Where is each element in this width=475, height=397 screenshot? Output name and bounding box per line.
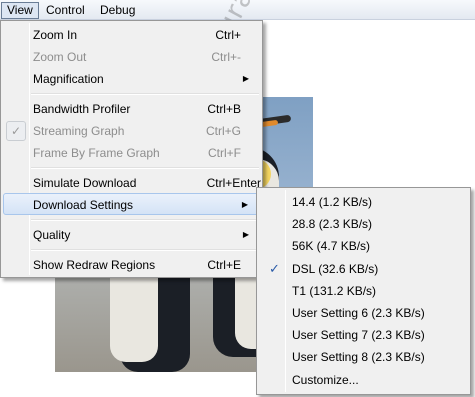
menu-item-label: Streaming Graph	[33, 124, 125, 138]
menu-item-zoom-in[interactable]: Zoom In Ctrl+	[3, 24, 261, 46]
menu-item-label: Bandwidth Profiler	[33, 102, 131, 116]
submenu-item-56k[interactable]: 56K (4.7 KB/s)	[259, 235, 469, 257]
shortcut-label: Ctrl+E	[207, 258, 241, 272]
menu-item-bandwidth-profiler[interactable]: Bandwidth Profiler Ctrl+B	[3, 98, 261, 120]
submenu-item-14-4[interactable]: 14.4 (1.2 KB/s)	[259, 191, 469, 213]
submenu-item-label: User Setting 6 (2.3 KB/s)	[292, 306, 425, 320]
menu-separator	[31, 249, 259, 251]
view-menu: Zoom In Ctrl+ Zoom Out Ctrl+- Magnificat…	[0, 20, 263, 278]
submenu-item-label: 56K (4.7 KB/s)	[292, 239, 371, 253]
submenu-item-t1[interactable]: T1 (131.2 KB/s)	[259, 280, 469, 302]
menu-item-zoom-out[interactable]: Zoom Out Ctrl+-	[3, 46, 261, 68]
menu-item-simulate-download[interactable]: Simulate Download Ctrl+Enter	[3, 172, 261, 194]
download-settings-submenu: 14.4 (1.2 KB/s) 28.8 (2.3 KB/s) 56K (4.7…	[256, 187, 471, 395]
menu-view[interactable]: View	[1, 2, 39, 19]
menu-item-magnification[interactable]: Magnification ▶	[3, 68, 261, 90]
menu-item-quality[interactable]: Quality ▶	[3, 224, 261, 246]
submenu-arrow-icon: ▶	[242, 74, 249, 83]
submenu-item-customize[interactable]: Customize...	[259, 369, 469, 391]
menu-item-download-settings[interactable]: Download Settings ▶	[3, 193, 261, 215]
check-icon: ✓	[6, 121, 26, 141]
shortcut-label: Ctrl+B	[207, 102, 241, 116]
menu-item-show-redraw-regions[interactable]: Show Redraw Regions Ctrl+E	[3, 254, 261, 276]
menu-separator	[31, 219, 259, 221]
menu-item-label: Zoom Out	[33, 50, 87, 64]
menu-separator	[31, 93, 259, 95]
menu-item-streaming-graph[interactable]: ✓ Streaming Graph Ctrl+G	[3, 120, 261, 142]
submenu-item-label: User Setting 7 (2.3 KB/s)	[292, 328, 425, 342]
menu-item-label: Magnification	[33, 72, 104, 86]
menu-debug[interactable]: Debug	[94, 2, 141, 19]
shortcut-label: Ctrl+G	[205, 124, 241, 138]
menu-item-label: Simulate Download	[33, 176, 137, 190]
submenu-item-28-8[interactable]: 28.8 (2.3 KB/s)	[259, 213, 469, 235]
shortcut-label: Ctrl+-	[211, 50, 241, 64]
menu-separator	[31, 167, 259, 169]
shortcut-label: Ctrl+Enter	[206, 176, 261, 190]
menu-control[interactable]: Control	[40, 2, 91, 19]
menu-item-label: Download Settings	[33, 198, 134, 212]
submenu-item-user-setting-7[interactable]: User Setting 7 (2.3 KB/s)	[259, 324, 469, 346]
submenu-item-label: DSL (32.6 KB/s)	[292, 262, 379, 276]
shortcut-label: Ctrl+	[215, 28, 241, 42]
submenu-item-label: Customize...	[292, 373, 359, 387]
menu-item-label: Zoom In	[33, 28, 78, 42]
menu-bar: View Control Debug	[0, 0, 475, 20]
menu-item-label: Show Redraw Regions	[33, 258, 156, 272]
submenu-item-user-setting-6[interactable]: User Setting 6 (2.3 KB/s)	[259, 302, 469, 324]
submenu-item-label: User Setting 8 (2.3 KB/s)	[292, 350, 425, 364]
submenu-arrow-icon: ▶	[242, 230, 249, 239]
submenu-item-dsl[interactable]: ✓ DSL (32.6 KB/s)	[259, 258, 469, 280]
menu-item-frame-by-frame-graph[interactable]: Frame By Frame Graph Ctrl+F	[3, 142, 261, 164]
submenu-item-label: 14.4 (1.2 KB/s)	[292, 195, 373, 209]
menu-item-label: Frame By Frame Graph	[33, 146, 160, 160]
shortcut-label: Ctrl+F	[208, 146, 241, 160]
submenu-arrow-icon: ▶	[241, 200, 248, 209]
submenu-item-label: T1 (131.2 KB/s)	[292, 284, 377, 298]
menu-item-label: Quality	[33, 228, 71, 242]
submenu-item-label: 28.8 (2.3 KB/s)	[292, 217, 373, 231]
submenu-item-user-setting-8[interactable]: User Setting 8 (2.3 KB/s)	[259, 346, 469, 368]
check-icon: ✓	[269, 261, 280, 276]
